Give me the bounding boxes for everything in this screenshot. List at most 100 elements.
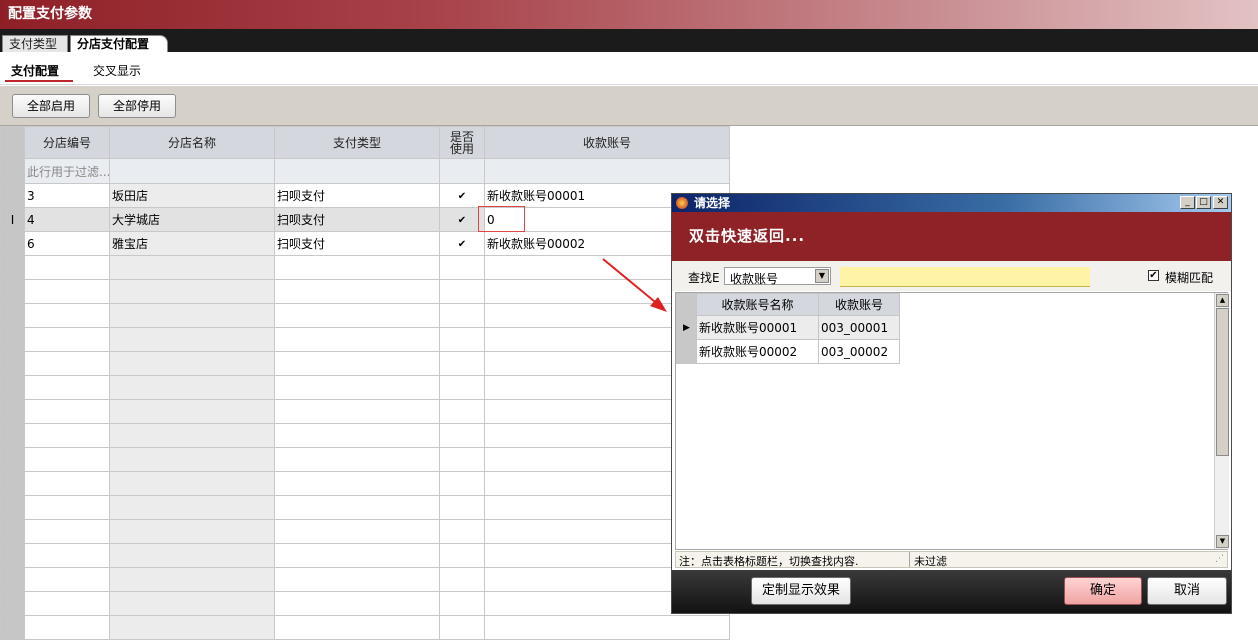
empty-cell [24,471,110,496]
filter-row[interactable]: 此行用于过滤... [0,158,730,184]
row-indicator [0,567,25,592]
branch-payment-grid: 分店编号 分店名称 支付类型 是否使用 收款账号 此行用于过滤... 3 坂田店… [0,126,730,640]
empty-cell [24,375,110,400]
disable-all-button[interactable]: 全部停用 [98,94,176,118]
column-header-account[interactable]: 收款账号 [484,126,730,159]
filter-cell[interactable] [439,158,485,184]
fuzzy-match-label[interactable]: 模糊匹配 [1165,269,1213,286]
list-item-selected[interactable]: ▶ 新收款账号00001 003_00001 [676,315,900,340]
ok-button[interactable]: 确定 [1064,577,1142,605]
fuzzy-match-checkbox[interactable]: ✔ [1148,270,1159,281]
empty-cell [439,447,485,472]
filter-cell[interactable] [274,158,440,184]
row-indicator [0,399,25,424]
cell-enabled[interactable]: ✔ [439,231,485,256]
empty-cell [24,591,110,616]
dialog-banner: 双击快速返回... [672,212,1231,261]
empty-row [0,399,730,424]
empty-cell [439,471,485,496]
cell-enabled[interactable]: ✔ [439,183,485,208]
empty-cell [109,303,275,328]
row-indicator-header [676,293,697,316]
table-row[interactable]: 3 坂田店 扫呗支付 ✔ 新收款账号00001 [0,183,730,208]
empty-cell [274,399,440,424]
filter-cell-branch-id[interactable]: 此行用于过滤... [24,158,110,184]
empty-cell [274,327,440,352]
empty-cell [274,591,440,616]
cell-branch-name[interactable]: 大学城店 [109,207,275,232]
chevron-down-icon[interactable]: ▼ [815,269,829,283]
empty-row [0,447,730,472]
list-item[interactable]: 新收款账号00002 003_00002 [676,339,900,364]
cancel-button[interactable]: 取消 [1147,577,1227,605]
filter-cell[interactable] [484,158,730,184]
empty-cell [24,447,110,472]
cell-account-code[interactable]: 003_00002 [818,339,900,364]
empty-cell [24,567,110,592]
subtab-cross-display[interactable]: 交叉显示 [93,62,141,79]
column-header-account-code[interactable]: 收款账号 [818,293,900,316]
scroll-up-icon[interactable]: ▲ [1216,294,1229,307]
status-bar: 注：点击表格标题栏，切换查找内容. 未过滤 ⋰ [675,551,1228,568]
customize-display-button[interactable]: 定制显示效果 [751,577,851,605]
tab-payment-type[interactable]: 支付类型 [2,35,68,52]
empty-cell [274,519,440,544]
empty-cell [274,279,440,304]
empty-cell [439,591,485,616]
maximize-icon[interactable]: □ [1196,196,1211,209]
cell-branch-name[interactable]: 坂田店 [109,183,275,208]
empty-cell [109,351,275,376]
enabled-checkbox[interactable]: ✔ [457,216,468,227]
filter-cell[interactable] [109,158,275,184]
cell-account-name[interactable]: 新收款账号00002 [696,339,819,364]
empty-cell [439,567,485,592]
cell-branch-id[interactable]: 6 [24,231,110,256]
cell-account-code[interactable]: 003_00001 [818,315,900,340]
column-header-account-name[interactable]: 收款账号名称 [696,293,819,316]
empty-cell [274,615,440,640]
row-indicator [0,183,25,208]
row-indicator [0,471,25,496]
cell-payment-type[interactable]: 扫呗支付 [274,207,440,232]
row-indicator [0,519,25,544]
tab-strip: 支付类型 分店支付配置 [0,29,1258,52]
table-row[interactable]: 6 雅宝店 扫呗支付 ✔ 新收款账号00002 [0,231,730,256]
empty-cell [24,303,110,328]
row-indicator [0,447,25,472]
empty-row [0,375,730,400]
enabled-checkbox[interactable]: ✔ [457,240,468,251]
row-indicator [0,158,25,184]
cell-payment-type[interactable]: 扫呗支付 [274,231,440,256]
empty-cell [439,495,485,520]
resize-grip-icon[interactable]: ⋰ [1215,554,1224,564]
empty-cell [274,447,440,472]
empty-cell [439,423,485,448]
column-header-payment-type[interactable]: 支付类型 [274,126,440,159]
empty-row [0,471,730,496]
subtab-payment-config[interactable]: 支付配置 [11,62,59,79]
row-indicator [676,339,697,364]
cell-branch-id[interactable]: 3 [24,183,110,208]
enable-all-button[interactable]: 全部启用 [12,94,90,118]
tab-branch-payment-config[interactable]: 分店支付配置 [70,35,168,52]
column-header-branch-name[interactable]: 分店名称 [109,126,275,159]
cell-branch-id[interactable]: 4 [24,207,110,232]
column-header-branch-id[interactable]: 分店编号 [24,126,110,159]
empty-cell [274,351,440,376]
vertical-scrollbar[interactable]: ▲ ▼ [1214,293,1229,549]
table-row-selected[interactable]: I 4 大学城店 扫呗支付 ✔ 0 [0,207,730,232]
scroll-down-icon[interactable]: ▼ [1216,535,1229,548]
minimize-icon[interactable]: _ [1180,196,1195,209]
row-indicator [0,231,25,256]
cell-branch-name[interactable]: 雅宝店 [109,231,275,256]
close-icon[interactable]: ✕ [1213,196,1228,209]
search-field-dropdown[interactable]: 收款账号 ▼ [724,267,831,286]
scrollbar-thumb[interactable] [1216,308,1229,456]
cell-account-name[interactable]: 新收款账号00001 [696,315,819,340]
search-input[interactable] [840,267,1090,287]
cell-payment-type[interactable]: 扫呗支付 [274,183,440,208]
empty-row [0,303,730,328]
editing-cell-highlight [478,206,525,232]
enabled-checkbox[interactable]: ✔ [457,192,468,203]
column-header-enabled[interactable]: 是否使用 [439,126,485,159]
